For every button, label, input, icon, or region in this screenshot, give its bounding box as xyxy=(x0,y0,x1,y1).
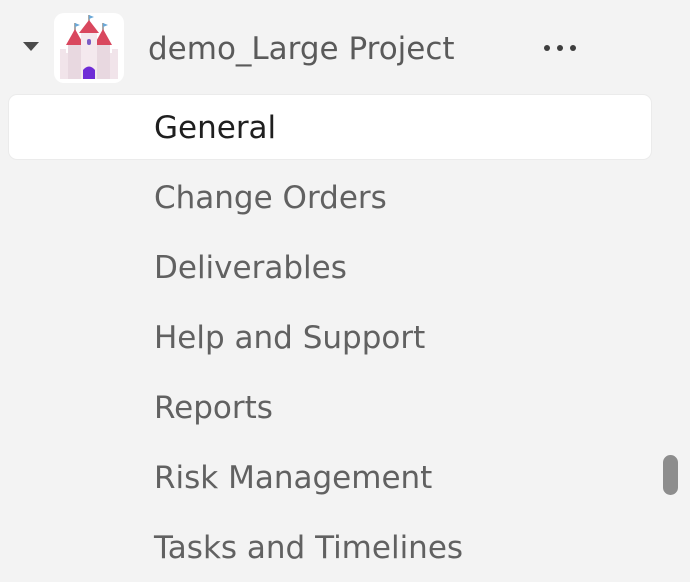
nav-item-deliverables[interactable]: Deliverables xyxy=(9,235,651,299)
nav-item-label: General xyxy=(154,110,277,146)
nav-item-label: Risk Management xyxy=(154,460,433,496)
castle-icon-graphic xyxy=(60,15,118,79)
scrollbar-thumb[interactable] xyxy=(663,455,678,495)
nav-item-help-and-support[interactable]: Help and Support xyxy=(9,305,651,369)
nav-item-reports[interactable]: Reports xyxy=(9,375,651,439)
project-name[interactable]: demo_Large Project xyxy=(148,29,455,69)
dot-icon xyxy=(570,45,576,51)
nav-item-label: Reports xyxy=(154,390,273,426)
nav-item-general[interactable]: General xyxy=(9,95,651,159)
nav-item-label: Tasks and Timelines xyxy=(154,530,464,566)
castle-icon[interactable] xyxy=(54,13,124,83)
caret-down-icon[interactable] xyxy=(23,42,39,51)
nav-item-label: Change Orders xyxy=(154,180,387,216)
nav-item-label: Help and Support xyxy=(154,320,426,356)
dot-icon xyxy=(544,45,550,51)
nav-item-change-orders[interactable]: Change Orders xyxy=(9,165,651,229)
nav-item-tasks-and-timelines[interactable]: Tasks and Timelines xyxy=(9,515,651,579)
nav-item-label: Deliverables xyxy=(154,250,347,286)
project-header[interactable]: demo_Large Project xyxy=(0,10,600,84)
more-options-button[interactable] xyxy=(540,34,582,62)
nav-item-risk-management[interactable]: Risk Management xyxy=(9,445,651,509)
dot-icon xyxy=(557,45,563,51)
